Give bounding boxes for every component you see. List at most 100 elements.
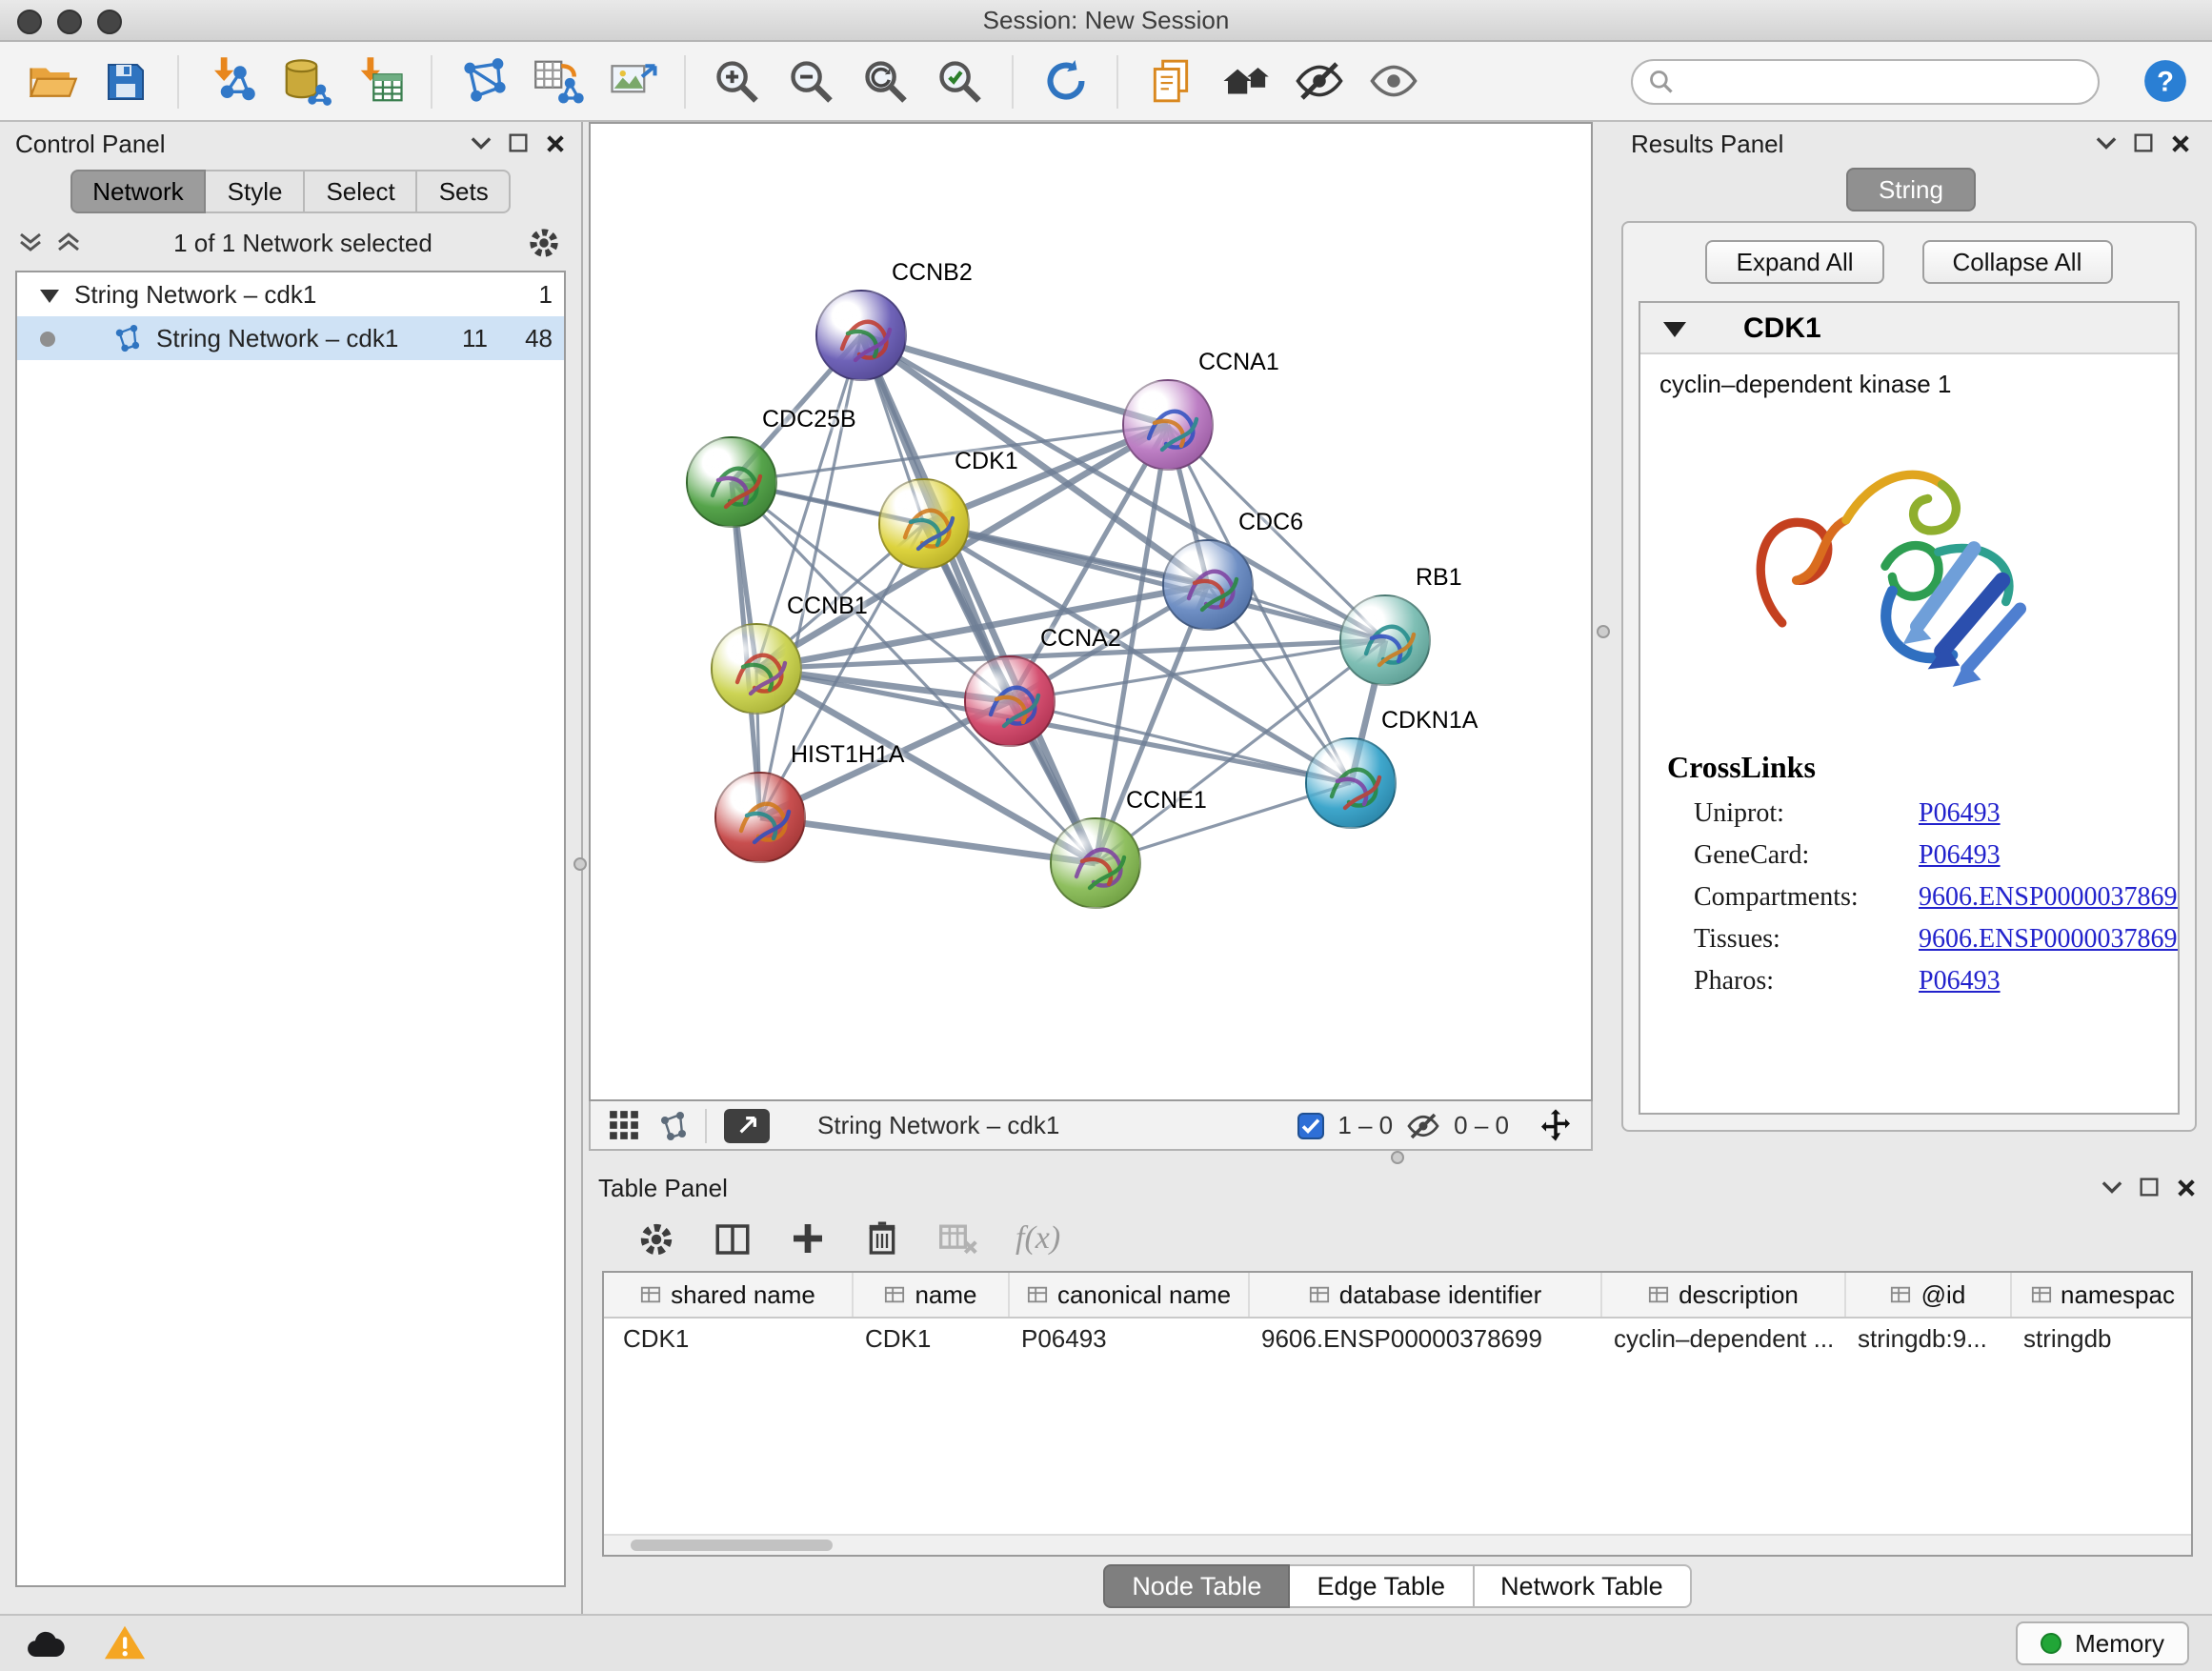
delete-table-icon[interactable] <box>937 1218 979 1259</box>
column-header-canonical-name[interactable]: canonical name <box>1010 1273 1250 1317</box>
tab-network[interactable]: Network <box>70 170 206 213</box>
node-label-HIST1H1A: HIST1H1A <box>791 741 905 768</box>
chevron-down-icon[interactable] <box>2096 135 2117 151</box>
crosslink-link-tissues[interactable]: 9606.ENSP00000378699 <box>1919 926 2180 956</box>
expand-all-button[interactable]: Expand All <box>1706 240 1884 284</box>
network-node-RB1[interactable] <box>1339 594 1431 686</box>
delete-column-icon[interactable] <box>863 1219 901 1258</box>
memory-button[interactable]: Memory <box>2016 1621 2189 1665</box>
zoom-selected-button[interactable] <box>932 50 989 111</box>
crosslink-link-uniprot[interactable]: P06493 <box>1919 800 2001 831</box>
close-panel-icon[interactable] <box>545 132 566 153</box>
left-splitter-handle[interactable] <box>573 857 587 871</box>
network-node-CCNB1[interactable] <box>711 623 802 715</box>
column-header-id[interactable]: @id <box>1846 1273 2012 1317</box>
hide-selected-button[interactable] <box>1290 50 1347 111</box>
network-node-CDK1[interactable] <box>878 478 970 570</box>
zoom-out-button[interactable] <box>783 50 840 111</box>
expand-all-icon[interactable] <box>57 231 80 253</box>
horizontal-splitter[interactable] <box>583 1151 2212 1166</box>
network-node-CCNE1[interactable] <box>1050 817 1141 909</box>
table-horizontal-scrollbar[interactable] <box>604 1534 2191 1555</box>
crosslink-link-genecard[interactable]: P06493 <box>1919 842 2001 873</box>
crosslink-link-compartments[interactable]: 9606.ENSP00000378699 <box>1919 884 2180 915</box>
tab-sets[interactable]: Sets <box>418 170 512 213</box>
chevron-down-icon[interactable] <box>2101 1179 2122 1195</box>
tab-node-table[interactable]: Node Table <box>1103 1563 1290 1607</box>
cloud-icon[interactable] <box>23 1621 69 1666</box>
function-builder-button[interactable]: f(x) <box>1016 1219 1060 1258</box>
scrollbar-thumb[interactable] <box>631 1540 833 1551</box>
column-header-description[interactable]: description <box>1602 1273 1846 1317</box>
zoom-fit-button[interactable] <box>857 50 915 111</box>
horizontal-splitter-handle[interactable] <box>1390 1151 1403 1164</box>
help-button[interactable]: ? <box>2140 56 2189 106</box>
pan-move-icon[interactable] <box>1538 1107 1574 1143</box>
float-panel-icon[interactable] <box>509 133 528 152</box>
publications-button[interactable] <box>1141 50 1198 111</box>
warning-icon[interactable] <box>103 1621 147 1665</box>
search-input[interactable] <box>1686 65 2082 97</box>
network-node-CCNA2[interactable] <box>964 655 1056 747</box>
gear-icon[interactable] <box>526 224 562 260</box>
crosslink-link-pharos[interactable]: P06493 <box>1919 968 2001 998</box>
open-session-button[interactable] <box>23 50 80 111</box>
disclosure-triangle-icon[interactable] <box>1663 319 1686 336</box>
hidden-eye-slash-icon[interactable] <box>1406 1108 1440 1142</box>
show-all-button[interactable] <box>1364 50 1421 111</box>
network-node-CCNA1[interactable] <box>1122 379 1214 471</box>
network-node-CDC6[interactable] <box>1162 539 1254 631</box>
minimize-window-button[interactable] <box>57 9 82 33</box>
network-birdseye-icon[interactable] <box>657 1110 688 1140</box>
save-session-button[interactable] <box>97 50 154 111</box>
export-image-button[interactable] <box>604 50 661 111</box>
gene-header[interactable]: CDK1 <box>1640 303 2178 354</box>
collapse-all-button[interactable]: Collapse All <box>1922 240 2113 284</box>
vertical-splitter[interactable] <box>1593 122 1616 1151</box>
column-header-namespac[interactable]: namespac <box>2012 1273 2193 1317</box>
collapse-all-icon[interactable] <box>19 231 42 253</box>
show-columns-icon[interactable] <box>713 1218 753 1258</box>
close-panel-icon[interactable] <box>2170 132 2191 153</box>
network-from-table-button[interactable] <box>530 50 587 111</box>
close-window-button[interactable] <box>17 9 42 33</box>
column-header-shared-name[interactable]: shared name <box>604 1273 854 1317</box>
import-table-button[interactable] <box>351 50 408 111</box>
tab-edge-table[interactable]: Edge Table <box>1290 1563 1474 1607</box>
grid-view-icon[interactable] <box>608 1109 640 1141</box>
network-node-CCNB2[interactable] <box>815 290 907 381</box>
column-header-database-identifier[interactable]: database identifier <box>1250 1273 1602 1317</box>
selected-checkbox-icon[interactable] <box>1297 1112 1324 1138</box>
apply-layout-button[interactable] <box>1036 50 1094 111</box>
tab-style[interactable]: Style <box>207 170 306 213</box>
tab-network-table[interactable]: Network Table <box>1474 1563 1692 1607</box>
import-network-database-button[interactable] <box>276 50 333 111</box>
new-network-button[interactable] <box>455 50 513 111</box>
disclosure-triangle-icon[interactable] <box>40 287 59 302</box>
network-node-CDC25B[interactable] <box>686 436 777 528</box>
zoom-window-button[interactable] <box>97 9 122 33</box>
vertical-splitter-handle[interactable] <box>1597 625 1610 638</box>
zoom-in-button[interactable] <box>709 50 766 111</box>
import-network-file-button[interactable] <box>202 50 259 111</box>
network-collection-row[interactable]: String Network – cdk1 1 <box>17 272 564 316</box>
network-row-selected[interactable]: String Network – cdk1 11 48 <box>17 316 564 360</box>
table-row[interactable]: CDK1CDK1P064939606.ENSP00000378699cyclin… <box>604 1319 2191 1360</box>
export-network-button[interactable] <box>724 1108 770 1142</box>
protein-squiggle-icon <box>1124 381 1216 473</box>
float-panel-icon[interactable] <box>2140 1178 2159 1197</box>
network-node-CDKN1A[interactable] <box>1305 737 1397 829</box>
close-panel-icon[interactable] <box>2176 1177 2197 1198</box>
svg-text:?: ? <box>2156 67 2173 97</box>
home-panels-button[interactable] <box>1216 50 1273 111</box>
column-header-name[interactable]: name <box>854 1273 1010 1317</box>
network-node-HIST1H1A[interactable] <box>714 772 806 863</box>
float-panel-icon[interactable] <box>2134 133 2153 152</box>
table-settings-gear-icon[interactable] <box>636 1218 676 1258</box>
chevron-down-icon[interactable] <box>471 135 492 151</box>
tab-string[interactable]: String <box>1846 168 1976 211</box>
network-canvas[interactable]: CCNB2 CCNA1 CDC25B CDK1 CDC6 RB1 <box>589 122 1593 1101</box>
status-bar: Memory <box>0 1614 2212 1671</box>
add-column-icon[interactable] <box>789 1219 827 1258</box>
tab-select[interactable]: Select <box>305 170 417 213</box>
